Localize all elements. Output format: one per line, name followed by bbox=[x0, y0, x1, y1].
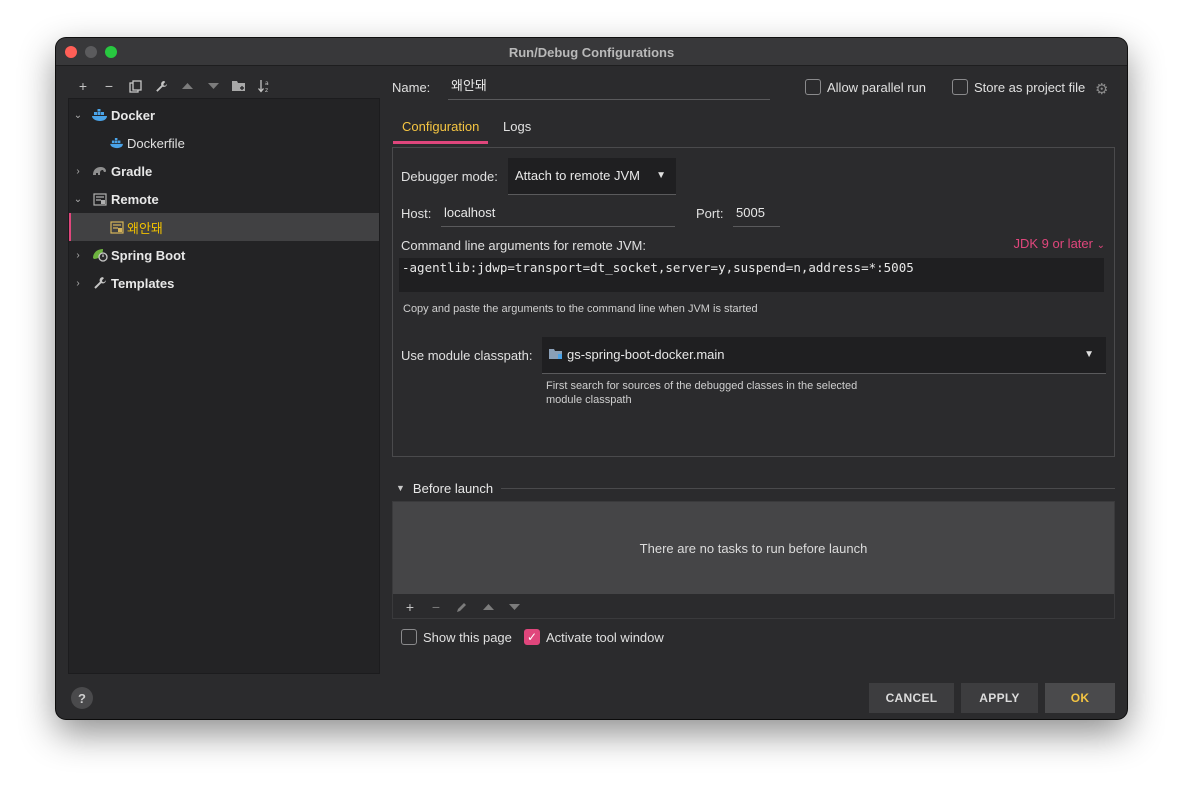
command-line-arguments-field[interactable]: -agentlib:jdwp=transport=dt_socket,serve… bbox=[399, 258, 1104, 292]
module-classpath-label: Use module classpath: bbox=[401, 348, 533, 363]
svg-text:a: a bbox=[265, 80, 269, 87]
tree-item-label: Spring Boot bbox=[111, 247, 186, 263]
debugger-mode-label: Debugger mode: bbox=[401, 169, 498, 184]
move-up-icon[interactable] bbox=[174, 76, 200, 96]
tree-item-label: Docker bbox=[111, 107, 156, 123]
debugger-mode-value: Attach to remote JVM bbox=[515, 168, 640, 183]
collapse-triangle-icon[interactable]: ▼ bbox=[396, 483, 405, 493]
module-classpath-select[interactable]: gs-spring-boot-docker.main ▼ bbox=[542, 337, 1106, 374]
tree-item-label: Remote bbox=[111, 191, 159, 207]
remove-icon[interactable]: − bbox=[96, 76, 122, 96]
port-field[interactable]: 5005 bbox=[733, 201, 780, 227]
before-launch-area: There are no tasks to run before launch … bbox=[392, 501, 1115, 619]
chevron-down-icon[interactable]: ⌄ bbox=[73, 194, 83, 205]
copy-icon[interactable] bbox=[122, 76, 148, 96]
command-line-hint: Copy and paste the arguments to the comm… bbox=[403, 303, 758, 315]
help-button[interactable]: ? bbox=[71, 687, 93, 709]
docker-icon bbox=[92, 107, 108, 123]
allow-parallel-run-label[interactable]: Allow parallel run bbox=[827, 80, 926, 95]
configurations-toolbar: + − az bbox=[70, 76, 278, 96]
show-this-page-label[interactable]: Show this page bbox=[423, 630, 512, 645]
allow-parallel-run-checkbox[interactable] bbox=[805, 79, 821, 95]
empty-tasks-text: There are no tasks to run before launch bbox=[639, 540, 868, 556]
module-classpath-hint-line1: First search for sources of the debugged… bbox=[546, 380, 858, 392]
tree-item-remote-config[interactable]: 왜안돼 bbox=[69, 213, 379, 241]
wrench-icon[interactable] bbox=[148, 76, 174, 96]
before-launch-task-list[interactable]: There are no tasks to run before launch bbox=[393, 502, 1114, 594]
spring-boot-icon bbox=[92, 247, 108, 263]
chevron-right-icon[interactable]: › bbox=[73, 250, 83, 261]
command-line-label: Command line arguments for remote JVM: bbox=[401, 238, 646, 253]
add-icon[interactable]: + bbox=[397, 597, 423, 617]
apply-button[interactable]: APPLY bbox=[961, 683, 1038, 713]
name-field[interactable]: 왜안돼 bbox=[448, 74, 770, 100]
checkmark-icon: ✓ bbox=[526, 630, 538, 644]
remote-icon bbox=[92, 191, 108, 207]
chevron-right-icon[interactable]: › bbox=[73, 278, 83, 289]
title-bar: Run/Debug Configurations bbox=[56, 38, 1127, 66]
module-folder-icon bbox=[549, 338, 563, 374]
jdk-version-dropdown[interactable]: JDK 9 or later ⌄ bbox=[1014, 236, 1106, 251]
name-label: Name: bbox=[392, 80, 431, 95]
tab-configuration[interactable]: Configuration bbox=[393, 114, 489, 144]
host-field[interactable]: localhost bbox=[441, 201, 675, 227]
tree-item-spring-boot[interactable]: › Spring Boot bbox=[69, 241, 379, 269]
configurations-tree[interactable]: ⌄ Docker Dockerfile › Gradle ⌄ Remote 왜안… bbox=[68, 98, 380, 674]
cancel-button[interactable]: CANCEL bbox=[869, 683, 954, 713]
before-launch-toolbar: + − bbox=[397, 597, 527, 617]
tree-item-dockerfile[interactable]: Dockerfile bbox=[69, 129, 379, 157]
tree-item-remote[interactable]: ⌄ Remote bbox=[69, 185, 379, 213]
store-as-project-file-label[interactable]: Store as project file bbox=[974, 80, 1085, 95]
tree-item-docker[interactable]: ⌄ Docker bbox=[69, 101, 379, 129]
gear-icon[interactable]: ⚙ bbox=[1095, 80, 1108, 98]
ok-button[interactable]: OK bbox=[1045, 683, 1115, 713]
module-classpath-value: gs-spring-boot-docker.main bbox=[567, 347, 725, 362]
activate-tool-window-label[interactable]: Activate tool window bbox=[546, 630, 664, 645]
edit-icon[interactable] bbox=[449, 597, 475, 617]
before-launch-header[interactable]: ▼ Before launch bbox=[392, 479, 1115, 497]
module-classpath-hint-line2: module classpath bbox=[546, 394, 632, 406]
configuration-panel: Debugger mode: Attach to remote JVM ▼ Ho… bbox=[392, 147, 1115, 457]
chevron-down-icon[interactable]: ⌄ bbox=[73, 110, 83, 121]
before-launch-title: Before launch bbox=[412, 480, 494, 496]
add-icon[interactable]: + bbox=[70, 76, 96, 96]
tree-item-label: 왜안돼 bbox=[127, 220, 163, 236]
run-debug-dialog: Run/Debug Configurations + − az ⌄ Docker… bbox=[56, 38, 1127, 719]
svg-text:z: z bbox=[265, 87, 268, 93]
gradle-icon bbox=[92, 163, 108, 179]
move-down-icon[interactable] bbox=[200, 76, 226, 96]
chevron-right-icon[interactable]: › bbox=[73, 166, 83, 177]
chevron-down-icon: ▼ bbox=[656, 170, 666, 181]
docker-icon bbox=[109, 135, 125, 151]
remove-icon[interactable]: − bbox=[423, 597, 449, 617]
host-label: Host: bbox=[401, 206, 432, 221]
move-up-icon[interactable] bbox=[475, 597, 501, 617]
tab-logs[interactable]: Logs bbox=[494, 114, 540, 144]
jdk-version-label: JDK 9 or later bbox=[1013, 236, 1093, 251]
folder-icon[interactable] bbox=[226, 76, 252, 96]
tree-item-gradle[interactable]: › Gradle bbox=[69, 157, 379, 185]
debugger-mode-select[interactable]: Attach to remote JVM ▼ bbox=[508, 158, 676, 195]
show-this-page-checkbox[interactable] bbox=[401, 629, 417, 645]
tree-item-label: Templates bbox=[111, 275, 175, 291]
port-label: Port: bbox=[696, 206, 724, 221]
sort-icon[interactable]: az bbox=[252, 76, 278, 96]
chevron-down-icon: ⌄ bbox=[1096, 240, 1105, 251]
tree-item-label: Dockerfile bbox=[127, 135, 185, 151]
remote-icon bbox=[109, 219, 125, 235]
tree-item-label: Gradle bbox=[111, 163, 153, 179]
tree-item-templates[interactable]: › Templates bbox=[69, 269, 379, 297]
move-down-icon[interactable] bbox=[501, 597, 527, 617]
activate-tool-window-checkbox[interactable]: ✓ bbox=[524, 629, 540, 645]
divider bbox=[501, 487, 1115, 489]
wrench-icon bbox=[92, 275, 108, 291]
store-as-project-file-checkbox[interactable] bbox=[952, 79, 968, 95]
window-title: Run/Debug Configurations bbox=[508, 45, 675, 60]
chevron-down-icon: ▼ bbox=[1084, 349, 1094, 360]
